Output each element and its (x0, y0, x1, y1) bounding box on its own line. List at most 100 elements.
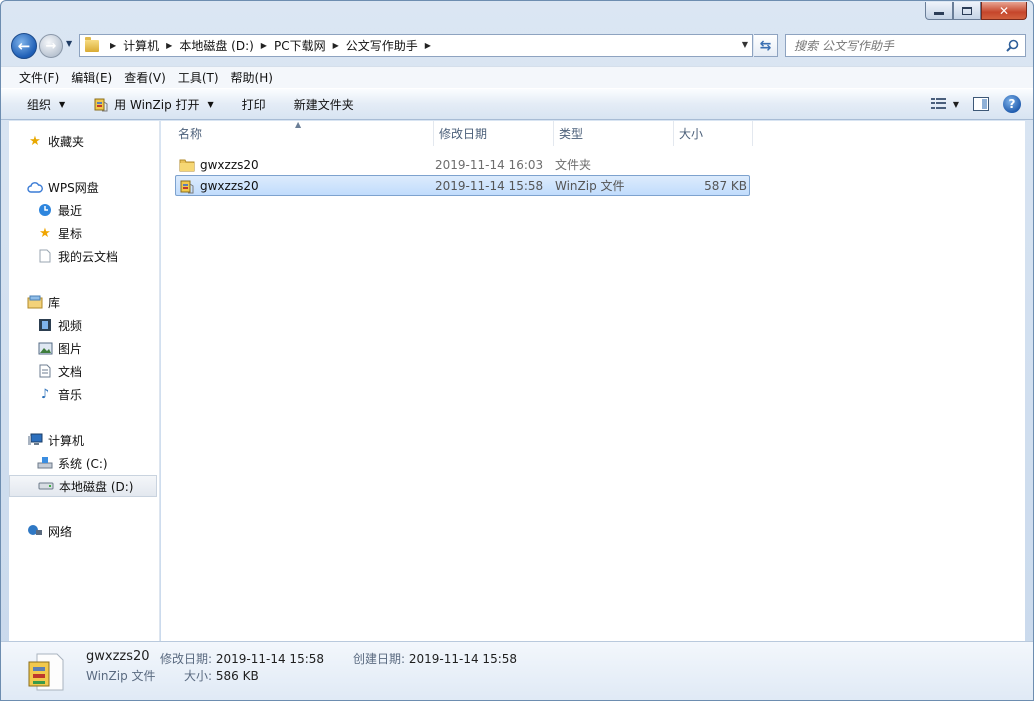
file-name-cell: gwxzzs20 (176, 178, 435, 194)
open-with-winzip-button[interactable]: 用 WinZip 打开 ▼ (87, 96, 220, 113)
column-size[interactable]: 大小 (674, 121, 753, 146)
file-type: 文件夹 (555, 158, 592, 172)
hard-drive-icon (38, 478, 54, 494)
details-file-type: WinZip 文件 (86, 669, 156, 683)
document-icon (37, 248, 53, 264)
nav-label: 网络 (48, 524, 73, 539)
nav-label: WPS网盘 (48, 180, 99, 195)
organize-button[interactable]: 组织 ▼ (21, 96, 71, 113)
nav-label: 最近 (58, 203, 83, 218)
nav-videos[interactable]: 视频 (37, 314, 82, 336)
nav-music[interactable]: ♪ 音乐 (37, 383, 82, 405)
refresh-button[interactable]: ⇆ (754, 34, 778, 57)
star-icon: ★ (29, 133, 41, 149)
details-label: 创建日期: (353, 652, 406, 666)
clock-icon (37, 202, 53, 218)
search-icon[interactable] (1006, 39, 1019, 52)
network-icon (27, 523, 43, 539)
menu-tools[interactable]: 工具(T) (172, 69, 225, 86)
file-name: gwxzzs20 (200, 157, 259, 172)
column-label: 类型 (559, 127, 584, 141)
details-value: 2019-11-14 15:58 (215, 652, 325, 666)
refresh-icon: ⇆ (759, 37, 772, 54)
recent-pages-dropdown[interactable]: ▼ (66, 39, 72, 48)
computer-icon (27, 432, 43, 448)
breadcrumb-computer[interactable]: 计算机 (123, 37, 159, 54)
print-button[interactable]: 打印 (236, 96, 272, 113)
file-size: 587 KB (704, 178, 747, 193)
change-view-button[interactable]: ▼ (930, 98, 959, 110)
picture-icon (37, 340, 53, 356)
back-button[interactable]: ← (11, 33, 37, 59)
nav-network[interactable]: 网络 (27, 520, 72, 542)
organize-label: 组织 (27, 97, 52, 112)
search-box[interactable] (785, 34, 1026, 57)
chevron-down-icon: ▼ (952, 99, 959, 109)
nav-label: 收藏夹 (48, 134, 85, 149)
nav-label: 本地磁盘 (D:) (59, 479, 134, 494)
chevron-right-icon[interactable]: ▶ (166, 41, 172, 50)
address-bar[interactable]: ▶ 计算机 ▶ 本地磁盘 (D:) ▶ PC下载网 ▶ 公文写作助手 ▶ ▼ (79, 34, 753, 57)
nav-drive-c[interactable]: 系统 (C:) (37, 452, 108, 474)
details-modified: 修改日期: 2019-11-14 15:58 (160, 650, 324, 667)
minimize-icon (934, 12, 944, 15)
close-button[interactable]: ✕ (981, 2, 1027, 20)
nav-label: 图片 (58, 341, 83, 356)
address-dropdown[interactable]: ▼ (742, 40, 748, 49)
menu-file[interactable]: 文件(F) (13, 69, 65, 86)
nav-cloud-docs[interactable]: 我的云文档 (37, 245, 118, 267)
chevron-down-icon: ▼ (207, 99, 214, 109)
chevron-right-icon[interactable]: ▶ (333, 41, 339, 50)
nav-drive-d[interactable]: 本地磁盘 (D:) (9, 475, 157, 497)
nav-recent[interactable]: 最近 (37, 199, 82, 221)
nav-favorites[interactable]: ★ 收藏夹 (27, 130, 84, 152)
column-name[interactable]: ▲ 名称 (161, 120, 434, 146)
file-name-cell: gwxzzs20 (176, 157, 435, 173)
nav-libraries[interactable]: 库 (27, 291, 60, 313)
nav-label: 星标 (58, 226, 83, 241)
column-type[interactable]: 类型 (554, 121, 674, 146)
navigation-row: ← → ▼ ▶ 计算机 ▶ 本地磁盘 (D:) ▶ PC下载网 ▶ 公文写作助手… (1, 32, 1033, 62)
video-icon (37, 317, 53, 333)
new-folder-button[interactable]: 新建文件夹 (288, 96, 360, 113)
nav-computer[interactable]: 计算机 (27, 429, 84, 451)
cloud-icon (27, 179, 43, 195)
breadcrumb-pc-download[interactable]: PC下载网 (274, 37, 326, 54)
explorer-window: ✕ ← → ▼ ▶ 计算机 ▶ 本地磁盘 (D:) ▶ PC下载网 ▶ 公文写作… (0, 0, 1034, 701)
details-file-name: gwxzzs20 (86, 649, 150, 664)
breadcrumb-current-folder[interactable]: 公文写作助手 (346, 37, 418, 54)
nav-pictures[interactable]: 图片 (37, 337, 82, 359)
menu-edit[interactable]: 编辑(E) (65, 69, 118, 86)
column-headers: ▲ 名称 修改日期 类型 大小 (161, 120, 753, 146)
menu-view[interactable]: 查看(V) (118, 69, 172, 86)
sort-ascending-icon: ▲ (295, 120, 302, 129)
maximize-button[interactable] (953, 2, 981, 20)
file-type: WinZip 文件 (555, 179, 625, 193)
nav-starred[interactable]: ★ 星标 (37, 222, 82, 244)
nav-label: 文档 (58, 364, 83, 379)
forward-button[interactable]: → (39, 34, 63, 58)
nav-label: 音乐 (58, 387, 83, 402)
folder-icon (179, 159, 195, 171)
breadcrumb-drive-d[interactable]: 本地磁盘 (D:) (179, 37, 253, 54)
file-row-folder[interactable]: gwxzzs20 2019-11-14 16:03 文件夹 (175, 154, 750, 175)
nav-label: 计算机 (48, 433, 85, 448)
preview-pane-icon[interactable] (973, 97, 989, 111)
details-label: 大小: (184, 669, 213, 683)
column-label: 修改日期 (439, 127, 488, 141)
nav-documents[interactable]: 文档 (37, 360, 82, 382)
chevron-right-icon[interactable]: ▶ (425, 41, 431, 50)
chevron-right-icon[interactable]: ▶ (110, 41, 116, 50)
file-name: gwxzzs20 (200, 178, 259, 193)
file-date: 2019-11-14 15:58 (435, 178, 544, 193)
menu-help[interactable]: 帮助(H) (225, 69, 279, 86)
file-row-zip[interactable]: gwxzzs20 2019-11-14 15:58 WinZip 文件 587 … (175, 175, 750, 196)
column-date-modified[interactable]: 修改日期 (434, 121, 554, 146)
details-value: 586 KB (215, 669, 259, 683)
help-icon[interactable]: ? (1003, 95, 1021, 113)
maximize-icon (962, 6, 972, 15)
chevron-right-icon[interactable]: ▶ (261, 41, 267, 50)
search-input[interactable] (794, 38, 999, 53)
minimize-button[interactable] (925, 2, 953, 20)
nav-wps-cloud[interactable]: WPS网盘 (27, 176, 99, 198)
